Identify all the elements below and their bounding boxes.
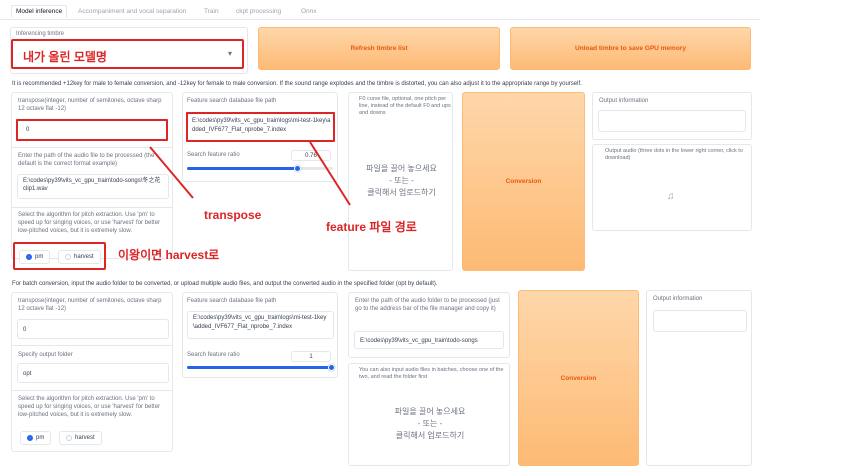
batch-upload-panel[interactable]: You can also input audio files in batche… — [348, 363, 510, 466]
batch-drop-text-2: - 또는 - — [417, 419, 443, 428]
batch-algo-label: Select the algorithm for pitch extractio… — [18, 396, 161, 418]
batch-radio-harvest-label: harvest — [75, 435, 95, 441]
batch-drop-text-1: 파일을 끌어 놓으세요 — [394, 407, 466, 416]
radio-selected-icon — [27, 435, 33, 441]
transpose-arrow — [149, 146, 194, 199]
batch-conversion-button[interactable]: Conversion — [518, 290, 639, 466]
batch-feature-panel: Feature search database file path E:\cod… — [182, 292, 338, 378]
batch-folder-label: Enter the path of the audio folder to be… — [355, 298, 500, 312]
batch-upload-label: You can also input audio files in batche… — [359, 367, 504, 380]
batch-radio-pm[interactable]: pm — [20, 431, 52, 445]
output-folder-input[interactable]: opt — [17, 363, 169, 383]
batch-folder-panel: Enter the path of the audio folder to be… — [348, 292, 510, 358]
batch-radio-harvest[interactable]: harvest — [59, 431, 102, 445]
batch-output-info-label: Output information — [653, 296, 703, 302]
annotation-harvest: 이왕이면 harvest로 — [118, 248, 220, 262]
batch-feature-path-value: E:\codes\py39\vits_vc_gpu_train\logs\mi-… — [193, 315, 327, 330]
divider — [12, 390, 172, 391]
batch-output-info-textbox[interactable] — [653, 310, 747, 332]
annotation-transpose: transpose — [204, 208, 262, 222]
batch-feature-path-input[interactable]: E:\codes\py39\vits_vc_gpu_train\logs\mi-… — [187, 311, 334, 339]
output-folder-label: Specify output folder — [18, 352, 73, 358]
batch-drop-text-3: 클릭해서 업로드하기 — [395, 431, 465, 440]
batch-radio-pm-label: pm — [36, 435, 45, 441]
batch-ratio-input[interactable]: 1 — [291, 351, 331, 362]
batch-output-panel: Output information — [646, 290, 752, 466]
batch-transpose-input[interactable]: 0 — [17, 319, 169, 339]
divider — [12, 345, 172, 346]
batch-feature-path-label: Feature search database file path — [187, 298, 277, 304]
radio-unselected-icon — [66, 435, 72, 441]
batch-conversion-note: For batch conversion, input the audio fo… — [12, 281, 438, 287]
batch-ratio-slider-fill — [187, 366, 333, 369]
batch-left-panel: transpose(integer, number of semitones, … — [11, 292, 173, 452]
batch-folder-input[interactable]: E:\codes\py39\vits_vc_gpu_train\todo-son… — [354, 331, 504, 349]
batch-ratio-label: Search feature ratio — [187, 352, 240, 358]
batch-transpose-label: transpose(integer, number of semitones, … — [18, 298, 162, 312]
batch-dropzone[interactable]: 파일을 끌어 놓으세요 - 또는 - 클릭해서 업로드하기 — [349, 406, 511, 442]
feature-arrow — [309, 141, 351, 206]
annotation-feature: feature 파일 경로 — [326, 220, 417, 234]
batch-ratio-slider-thumb[interactable] — [328, 364, 335, 371]
